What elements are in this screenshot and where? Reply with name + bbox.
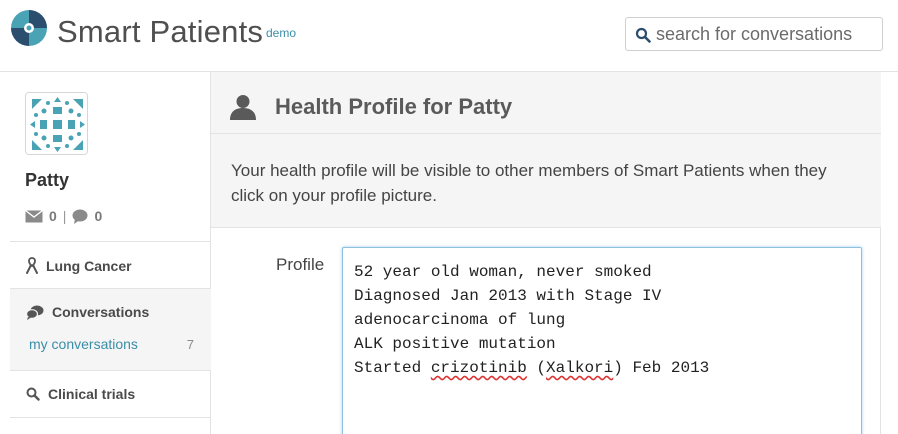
- sidebar: Patty 0 | 0 Lung Cancer Conversations my…: [10, 72, 211, 434]
- sidebar-item-clinical-trials[interactable]: Clinical trials: [26, 386, 135, 402]
- profile-line: 52 year old woman, never smoked: [354, 263, 652, 281]
- profile-line: Diagnosed Jan 2013 with Stage IV: [354, 287, 662, 305]
- misspelled-word: Xalkori: [546, 359, 614, 377]
- stats-divider: |: [62, 208, 67, 224]
- avatar-pattern-icon: [26, 93, 87, 154]
- username[interactable]: Patty: [25, 170, 69, 191]
- profile-line: ) Feb 2013: [613, 359, 710, 377]
- profile-textarea[interactable]: 52 year old woman, never smoked Diagnose…: [342, 247, 862, 434]
- comment-icon: [72, 209, 88, 224]
- sidebar-item-label: Conversations: [52, 304, 150, 320]
- person-icon: [230, 95, 256, 120]
- misspelled-word: crizotinib: [430, 359, 527, 377]
- my-conversations-link[interactable]: my conversations: [29, 336, 138, 352]
- ribbon-icon: [26, 257, 38, 274]
- envelope-icon: [25, 209, 43, 222]
- sidebar-item-conversations[interactable]: Conversations: [26, 304, 149, 320]
- profile-line: adenocarcinoma of lung: [354, 311, 566, 329]
- search-icon: [635, 27, 651, 43]
- my-conversations-count: 7: [186, 337, 194, 352]
- profile-line: ALK positive mutation: [354, 335, 556, 353]
- sidebar-item-lung-cancer[interactable]: Lung Cancer: [26, 257, 132, 274]
- profile-label: Profile: [276, 255, 325, 274]
- logo-icon[interactable]: [10, 9, 48, 47]
- message-count: 0: [49, 208, 57, 224]
- avatar[interactable]: [25, 92, 88, 155]
- conversations-icon: [26, 305, 44, 320]
- sidebar-section-conversations: Conversations my conversations 7: [10, 288, 211, 370]
- sidebar-item-label: Clinical trials: [48, 386, 136, 402]
- search-icon: [26, 387, 40, 401]
- page-title: Health Profile for Patty: [275, 94, 513, 119]
- sidebar-item-label: Lung Cancer: [46, 257, 132, 274]
- user-stats: 0 | 0: [25, 207, 106, 225]
- top-bar: Smart Patients demo: [0, 0, 898, 72]
- profile-visibility-notice: Your health profile will be visible to o…: [211, 134, 881, 228]
- search-input[interactable]: [656, 21, 878, 47]
- profile-line: Started: [354, 359, 431, 377]
- page-header: Health Profile for Patty: [211, 72, 881, 134]
- profile-line: (: [526, 359, 547, 377]
- comment-count: 0: [94, 208, 103, 224]
- sidebar-section-condition: Lung Cancer: [10, 241, 211, 288]
- sidebar-section-trials: Clinical trials: [10, 370, 211, 418]
- brand-name[interactable]: Smart Patients: [57, 14, 263, 50]
- main-content: Health Profile for Patty Your health pro…: [211, 72, 881, 434]
- brand-demo-tag: demo: [266, 26, 297, 40]
- search-box[interactable]: [625, 17, 883, 51]
